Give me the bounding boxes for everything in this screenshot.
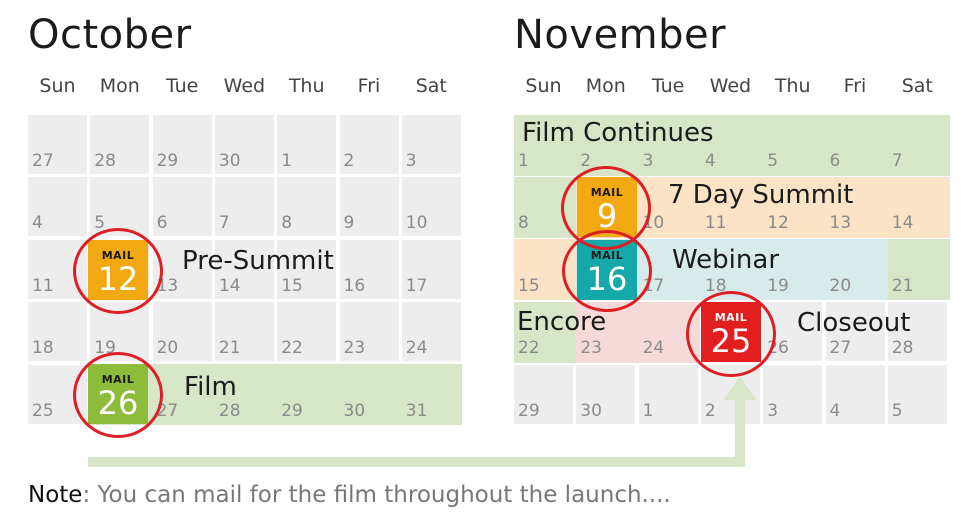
note-prefix: Note — [28, 482, 83, 508]
note-text: : You can mail for the film throughout t… — [82, 482, 671, 508]
footer-note: Note: You can mail for the film througho… — [28, 482, 671, 508]
arrow-head-icon — [724, 376, 756, 400]
connector-arrow — [88, 376, 756, 467]
